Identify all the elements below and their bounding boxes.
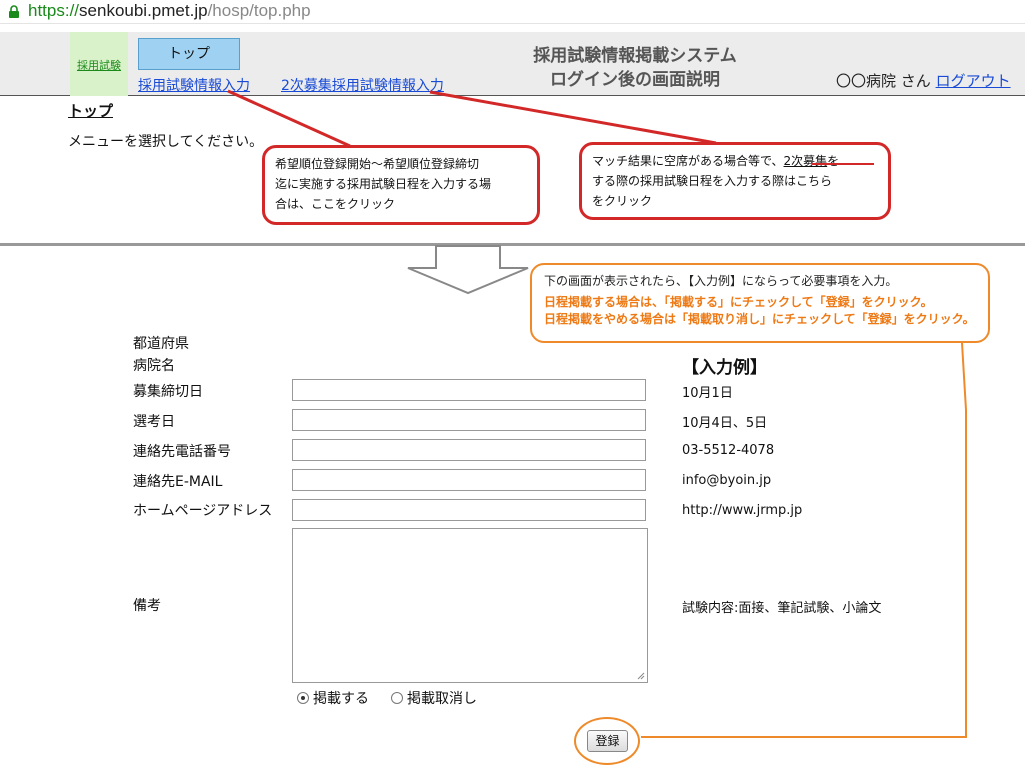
instruction-line3: 日程掲載をやめる場合は「掲載取り消し」にチェックして「登録」をクリック。 <box>544 312 975 326</box>
label-remarks: 備考 <box>133 598 161 614</box>
remarks-textarea[interactable] <box>292 528 648 683</box>
callout-right-line3: をクリック <box>592 194 653 208</box>
example-homepage: http://www.jrmp.jp <box>682 503 803 518</box>
url-text[interactable]: https://senkoubi.pmet.jp/hosp/top.php <box>28 1 311 21</box>
down-arrow-icon <box>407 245 529 295</box>
radio-cancel-label[interactable]: 掲載取消し <box>407 688 477 708</box>
callout-second-exam: マッチ結果に空席がある場合等で、2次募集を する際の採用試験日程を入力する際はこ… <box>579 142 891 220</box>
pointer-line-right <box>429 90 717 145</box>
url-scheme: https:// <box>28 1 80 20</box>
url-path: /hosp/top.php <box>207 1 311 20</box>
example-deadline: 10月1日 <box>682 386 733 401</box>
menu-prompt: メニューを選択してください。 <box>68 134 264 150</box>
example-remarks: 試験内容:面接、筆記試験、小論文 <box>682 601 882 616</box>
label-deadline: 募集締切日 <box>133 384 203 400</box>
callout-left-line2: 迄に実施する採用試験日程を入力する場 <box>275 177 492 191</box>
user-info: 〇〇病院 さん ログアウト <box>836 70 1011 91</box>
label-email: 連絡先E-MAIL <box>133 474 223 490</box>
page-title: トップ <box>68 102 114 120</box>
instruction-box: 下の画面が表示されたら、【入力例】にならって必要事項を入力。 日程掲載する場合は… <box>530 263 990 343</box>
label-prefecture: 都道府県 <box>133 336 189 352</box>
callout-right-line2: する際の採用試験日程を入力する際はこちら <box>592 174 833 188</box>
app-header: 採用試験 トップ 採用試験情報入力 2次募集採用試験情報入力 採用試験情報掲載シ… <box>0 32 1025 96</box>
callout-right-prefix: マッチ結果に空席がある場合等で、 <box>592 154 784 168</box>
side-tab: 採用試験 <box>70 32 128 96</box>
address-bar[interactable]: https://senkoubi.pmet.jp/hosp/top.php <box>0 0 1025 24</box>
radio-publish-label[interactable]: 掲載する <box>313 688 369 708</box>
system-title: 採用試験情報掲載システム ログイン後の画面説明 <box>480 44 790 92</box>
example-email: info@byoin.jp <box>682 473 772 488</box>
example-selection-date: 10月4日、5日 <box>682 416 768 431</box>
logout-link[interactable]: ログアウト <box>936 72 1011 90</box>
nav-link-exam-info[interactable]: 採用試験情報入力 <box>138 75 250 95</box>
callout-exam-info: 希望順位登録開始～希望順位登録締切 迄に実施する採用試験日程を入力する場 合は、… <box>262 145 540 225</box>
system-title-line2: ログイン後の画面説明 <box>550 70 720 90</box>
selection-date-field[interactable] <box>292 409 646 431</box>
resize-grip-icon[interactable] <box>637 672 645 680</box>
callout-left-line3: 合は、ここをクリック <box>275 197 396 211</box>
radio-publish[interactable] <box>297 692 309 704</box>
label-hospital-name: 病院名 <box>133 358 175 374</box>
deadline-field[interactable] <box>292 379 646 401</box>
example-heading: 【入力例】 <box>682 358 767 378</box>
publish-radio-group: 掲載する 掲載取消し <box>297 688 477 708</box>
email-field[interactable] <box>292 469 646 491</box>
instruction-line2: 日程掲載する場合は、「掲載する」にチェックして「登録」をクリック。 <box>544 295 933 309</box>
submit-button[interactable]: 登録 <box>587 730 628 752</box>
label-phone: 連絡先電話番号 <box>133 444 231 460</box>
callout-right-suffix: を <box>827 154 840 168</box>
user-label: 〇〇病院 さん <box>836 72 931 90</box>
lock-icon <box>9 5 19 18</box>
instruction-line1: 下の画面が表示されたら、【入力例】にならって必要事項を入力。 <box>544 274 898 288</box>
phone-field[interactable] <box>292 439 646 461</box>
section-divider <box>0 243 1025 246</box>
callout-right-line1: マッチ結果に空席がある場合等で、2次募集を <box>592 151 878 171</box>
orange-connector-line <box>641 342 967 738</box>
radio-cancel[interactable] <box>391 692 403 704</box>
top-button[interactable]: トップ <box>138 38 240 70</box>
callout-left-line1: 希望順位登録開始～希望順位登録締切 <box>275 157 480 171</box>
callout-right-underlined: 2次募集 <box>783 154 828 168</box>
label-homepage: ホームページアドレス <box>133 503 273 519</box>
homepage-field[interactable] <box>292 499 646 521</box>
system-title-line1: 採用試験情報掲載システム <box>533 46 737 66</box>
label-selection-date: 選考日 <box>133 414 175 430</box>
side-tab-link[interactable]: 採用試験 <box>77 57 121 73</box>
example-phone: 03-5512-4078 <box>682 443 775 458</box>
url-host: senkoubi.pmet.jp <box>79 1 208 20</box>
nav-link-second-exam-info[interactable]: 2次募集採用試験情報入力 <box>281 75 444 95</box>
